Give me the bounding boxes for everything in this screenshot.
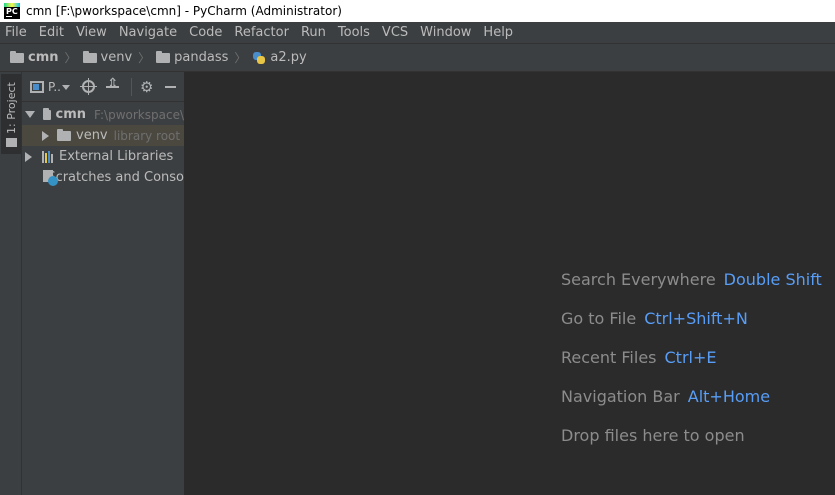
tool-tab-project-label: 1: Project [5,82,18,134]
breadcrumb-label: pandass [174,50,229,65]
hint-text: Drop files here to open [561,426,745,445]
tree-item-label: External Libraries [59,149,174,164]
menu-file[interactable]: File [0,25,33,40]
hint-search-everywhere: Search Everywhere Double Shift [561,270,822,289]
breadcrumb-item-a2py[interactable]: a2.py [252,50,307,65]
breadcrumb-item-cmn[interactable]: cmn [10,50,59,65]
project-panel: P.. ⚙ cmn F:\pworkspace\ venv library ro… [22,72,185,495]
breadcrumb: cmn 〉 venv 〉 pandass 〉 a2.py [0,43,835,72]
toolbar-divider [131,77,132,96]
breadcrumb-label: venv [100,50,133,65]
menu-bar: File Edit View Navigate Code Refactor Ru… [0,22,835,43]
expand-arrow-icon[interactable] [25,111,35,118]
tool-tab-project[interactable]: 1: Project [1,74,21,154]
python-file-icon [252,51,266,65]
tool-window-stripe: 1: Project [0,72,22,495]
tree-item-path: F:\pworkspace\ [94,107,184,122]
menu-help[interactable]: Help [477,25,519,40]
project-panel-toolbar: P.. ⚙ [22,72,184,102]
hint-shortcut: Alt+Home [687,387,771,406]
hint-shortcut: Ctrl+Shift+N [644,309,748,328]
folder-icon [6,138,17,147]
collapse-arrow-icon[interactable] [42,130,49,141]
breadcrumb-item-pandass[interactable]: pandass [156,50,228,65]
chevron-right-icon: 〉 [234,51,247,65]
tree-item-label: cmn [55,107,87,122]
folder-icon [43,108,51,120]
menu-navigate[interactable]: Navigate [113,25,183,40]
hint-go-to-file: Go to File Ctrl+Shift+N [561,309,748,328]
menu-tools[interactable]: Tools [332,25,376,40]
hint-drop-files: Drop files here to open [561,426,745,445]
scratches-icon [42,169,58,186]
project-view-selector[interactable]: P.. [48,80,61,94]
folder-icon [10,51,24,63]
tree-item-venv[interactable]: venv library root [22,125,184,146]
collapse-arrow-icon[interactable] [25,151,32,162]
editor-empty-area[interactable]: Search Everywhere Double Shift Go to File… [185,72,835,495]
hide-panel-icon[interactable] [165,85,177,88]
dropdown-caret-icon[interactable] [62,85,70,90]
tree-item-scratches[interactable]: Scratches and Conso [22,167,184,188]
pycharm-app-icon: PC [4,3,20,19]
menu-window[interactable]: Window [414,25,477,40]
hint-recent-files: Recent Files Ctrl+E [561,348,716,367]
window-title-bar: PC cmn [F:\pworkspace\cmn] - PyCharm (Ad… [0,0,835,22]
breadcrumb-item-venv[interactable]: venv [82,50,133,65]
breadcrumb-label: cmn [28,50,59,65]
gear-icon[interactable]: ⚙ [140,79,153,95]
locate-target-icon[interactable] [80,78,97,95]
folder-icon [57,129,71,141]
hint-navigation-bar: Navigation Bar Alt+Home [561,387,770,406]
menu-vcs[interactable]: VCS [376,25,414,40]
hint-text: Go to File [561,309,637,328]
chevron-right-icon: 〉 [138,51,151,65]
menu-code[interactable]: Code [183,25,228,40]
tree-item-note: library root [113,128,181,143]
hint-text: Navigation Bar [561,387,680,406]
hint-shortcut: Double Shift [723,270,822,289]
library-icon [42,150,56,163]
menu-view[interactable]: View [70,25,113,40]
tree-item-label: venv [76,128,108,143]
menu-refactor[interactable]: Refactor [228,25,295,40]
tree-item-cmn[interactable]: cmn F:\pworkspace\ [22,104,184,125]
chevron-right-icon: 〉 [64,51,77,65]
folder-icon [82,51,97,63]
project-view-icon [30,80,44,93]
project-tree: cmn F:\pworkspace\ venv library root Ext… [22,102,184,188]
tree-item-label: Scratches and Conso [47,170,184,185]
menu-run[interactable]: Run [295,25,332,40]
menu-edit[interactable]: Edit [33,25,70,40]
hint-shortcut: Ctrl+E [664,348,717,367]
breadcrumb-label: a2.py [270,50,307,65]
collapse-all-icon[interactable] [105,76,121,95]
folder-icon [156,51,171,63]
window-title: cmn [F:\pworkspace\cmn] - PyCharm (Admin… [26,4,342,18]
hint-text: Search Everywhere [561,270,716,289]
hint-text: Recent Files [561,348,657,367]
tree-item-external-libraries[interactable]: External Libraries [22,146,184,167]
